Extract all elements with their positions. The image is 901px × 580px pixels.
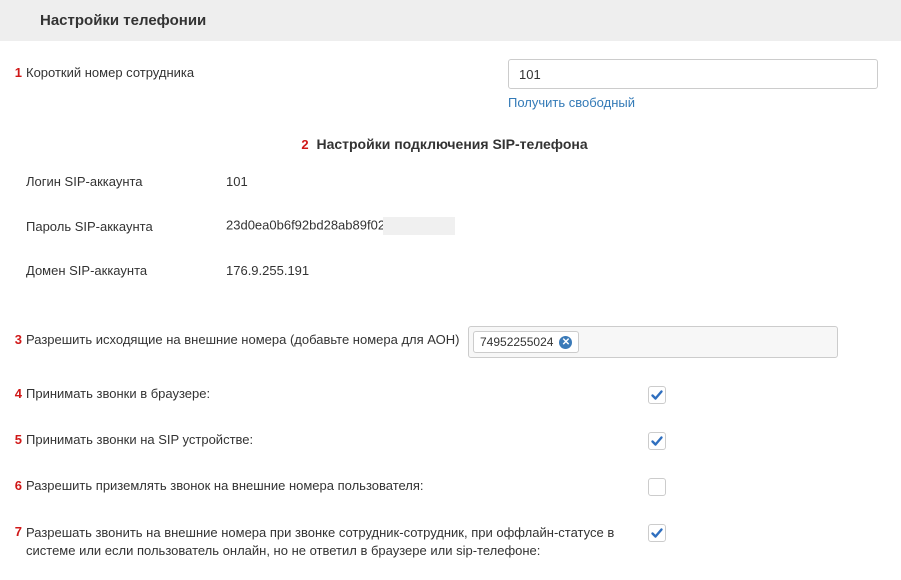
short-number-input[interactable] <box>508 59 878 89</box>
short-number-label: Короткий номер сотрудника <box>26 65 194 80</box>
option-row-6: 6 Разрешить приземлять звонок на внешние … <box>8 478 881 496</box>
option-checkbox-7[interactable] <box>648 524 666 542</box>
annotation-number-3: 3 <box>8 332 22 347</box>
sip-login-row: Логин SIP-аккаунта 101 <box>26 174 881 189</box>
sip-login-label: Логин SIP-аккаунта <box>26 174 226 189</box>
get-free-number-link[interactable]: Получить свободный <box>508 95 635 110</box>
page-header: Настройки телефонии <box>0 0 901 41</box>
sip-domain-value: 176.9.255.191 <box>226 263 309 278</box>
option-checkbox-5[interactable] <box>648 432 666 450</box>
sip-section-title: Настройки подключения SIP-телефона <box>316 136 587 152</box>
caller-id-token: 74952255024 ✕ <box>473 331 579 353</box>
sip-password-value: 23d0ea0b6f92bd28ab89f02 <box>226 217 455 235</box>
sip-password-label: Пароль SIP-аккаунта <box>26 219 226 234</box>
sip-domain-label: Домен SIP-аккаунта <box>26 263 226 278</box>
short-number-row: 1 Короткий номер сотрудника Получить сво… <box>8 59 881 110</box>
annotation-number-7: 7 <box>8 524 22 539</box>
page-title: Настройки телефонии <box>40 12 206 29</box>
content-area: 1 Короткий номер сотрудника Получить сво… <box>0 41 901 580</box>
annotation-number-2: 2 <box>301 137 308 152</box>
annotation-number-6: 6 <box>8 478 22 493</box>
remove-token-icon[interactable]: ✕ <box>559 336 572 349</box>
option-checkbox-4[interactable] <box>648 386 666 404</box>
annotation-number-5: 5 <box>8 432 22 447</box>
redacted-block <box>383 217 455 235</box>
sip-password-row: Пароль SIP-аккаунта 23d0ea0b6f92bd28ab89… <box>26 217 881 235</box>
annotation-number-1: 1 <box>8 65 22 80</box>
sip-section-heading: 2 Настройки подключения SIP-телефона <box>8 136 881 152</box>
caller-id-label: Разрешить исходящие на внешние номера (д… <box>26 332 459 347</box>
option-label: Принимать звонки на SIP устройстве: <box>26 432 253 447</box>
sip-login-value: 101 <box>226 174 248 189</box>
annotation-number-4: 4 <box>8 386 22 401</box>
option-label: Разрешать звонить на внешние номера при … <box>26 524 636 560</box>
option-checkbox-6[interactable] <box>648 478 666 496</box>
option-row-4: 4 Принимать звонки в браузере: <box>8 386 881 404</box>
option-label: Разрешить приземлять звонок на внешние н… <box>26 478 424 493</box>
option-row-5: 5 Принимать звонки на SIP устройстве: <box>8 432 881 450</box>
caller-id-token-text: 74952255024 <box>480 335 553 349</box>
option-label: Принимать звонки в браузере: <box>26 386 210 401</box>
sip-domain-row: Домен SIP-аккаунта 176.9.255.191 <box>26 263 881 278</box>
caller-id-token-input[interactable]: 74952255024 ✕ <box>468 326 838 358</box>
sip-details: Логин SIP-аккаунта 101 Пароль SIP-аккаун… <box>8 174 881 278</box>
caller-id-row: 3 Разрешить исходящие на внешние номера … <box>8 326 881 358</box>
option-row-7: 7 Разрешать звонить на внешние номера при… <box>8 524 881 560</box>
